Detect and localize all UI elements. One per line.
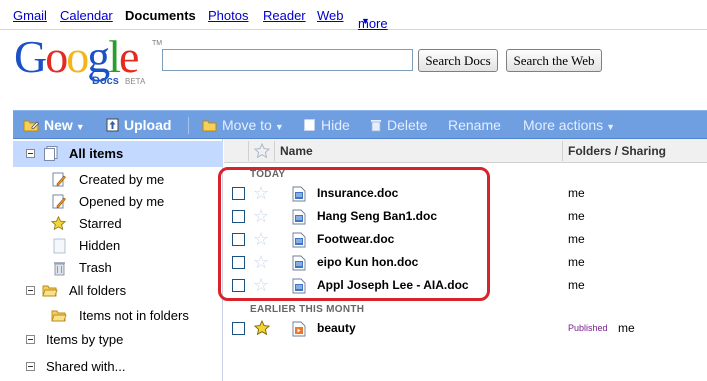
upload-label: Upload (124, 117, 172, 133)
sharing-owner: me (568, 278, 585, 292)
list-header: Name Folders / Sharing (224, 139, 707, 163)
sidebar-item-label: Starred (79, 216, 122, 231)
sidebar-item-label: All folders (69, 283, 127, 298)
move-to-label: Move to (222, 117, 272, 133)
collapse-icon (26, 149, 35, 158)
action-toolbar: New ▼ Upload Move to ▼ Hide Delete Rename … (13, 110, 707, 139)
hide-button[interactable]: Hide (303, 111, 350, 139)
sidebar-item-label: Trash (79, 260, 112, 275)
sharing-owner: me (568, 232, 585, 246)
folder-pencil-icon (23, 120, 39, 132)
published-badge: Published (568, 323, 608, 333)
nav-link-gmail[interactable]: Gmail (13, 8, 47, 23)
logo-product-name: Docs (92, 75, 119, 87)
chevron-down-icon: ▼ (75, 122, 85, 132)
sharing-owner: me (568, 209, 585, 223)
pages-icon (44, 146, 58, 161)
trash-icon (54, 262, 65, 276)
table-row[interactable]: beauty Published me (224, 317, 707, 340)
collapse-icon (26, 335, 35, 344)
column-header-name[interactable]: Name (280, 144, 313, 158)
google-docs-logo[interactable]: Google TM Docs BETA (14, 32, 163, 90)
logo-wordmark: Google (14, 31, 139, 82)
sharing-owner: me (568, 186, 585, 200)
hidden-document-icon (53, 238, 66, 254)
collapse-icon (26, 362, 35, 371)
trash-icon (371, 120, 381, 132)
column-header-folders-sharing[interactable]: Folders / Sharing (568, 144, 666, 158)
upload-button[interactable]: Upload (106, 111, 171, 139)
column-divider (562, 141, 563, 161)
search-web-button[interactable]: Search the Web (506, 49, 602, 72)
file-name-link[interactable]: beauty (317, 321, 356, 335)
rename-button[interactable]: Rename (448, 111, 501, 139)
highlight-annotation (218, 167, 490, 301)
column-divider (248, 141, 249, 161)
nav-current-documents: Documents (125, 8, 196, 23)
move-to-button[interactable]: Move to ▼ (202, 111, 284, 139)
sidebar: All items Created by me Opened by me Sta… (13, 139, 223, 381)
star-icon (51, 216, 66, 231)
logo-trademark: TM (152, 40, 163, 47)
sidebar-item-all-items[interactable]: All items (13, 141, 223, 167)
sidebar-item-label: Created by me (79, 172, 165, 187)
nav-link-reader[interactable]: Reader (263, 8, 306, 23)
new-button[interactable]: New ▼ (23, 111, 85, 139)
sharing-owner: me (618, 321, 635, 335)
document-pencil-icon (52, 172, 66, 187)
sharing-owner: me (568, 255, 585, 269)
sidebar-item-label: Items not in folders (79, 308, 189, 323)
sidebar-item-label: Hidden (79, 238, 121, 253)
nav-link-web[interactable]: Web (317, 8, 344, 23)
toolbar-divider (188, 117, 189, 134)
folder-open-icon (51, 310, 67, 322)
top-nav-bar: Gmail Calendar Documents Photos Reader W… (0, 0, 707, 31)
hide-label: Hide (321, 117, 350, 133)
section-heading-earlier: EARLIER THIS MONTH (250, 304, 365, 315)
folder-icon (202, 120, 217, 132)
upload-icon (106, 118, 119, 132)
delete-button[interactable]: Delete (370, 111, 427, 139)
nav-link-calendar[interactable]: Calendar (60, 8, 113, 23)
chevron-down-icon: ▼ (274, 122, 284, 132)
sidebar-item-label: All items (69, 146, 124, 161)
document-pencil-icon (52, 194, 66, 209)
sidebar-item-label: Opened by me (79, 194, 165, 209)
collapse-icon (26, 286, 35, 295)
star-column-icon[interactable] (254, 143, 270, 159)
row-checkbox[interactable] (232, 322, 245, 335)
presentation-icon (292, 321, 306, 337)
logo-beta-label: BETA (125, 77, 146, 86)
search-docs-button[interactable]: Search Docs (418, 49, 498, 72)
chevron-down-icon: ▼ (606, 122, 616, 132)
hide-icon (304, 119, 315, 132)
delete-label: Delete (387, 117, 428, 133)
sidebar-item-label: Shared with... (46, 359, 126, 374)
sidebar-item-label: Items by type (46, 332, 124, 347)
new-label: New (44, 117, 73, 133)
more-actions-label: More actions (523, 117, 604, 133)
chevron-down-icon: ▼ (361, 16, 370, 26)
search-input[interactable] (162, 49, 413, 71)
column-divider (274, 141, 275, 161)
starred-star-icon[interactable] (254, 320, 270, 336)
nav-link-photos[interactable]: Photos (208, 8, 248, 23)
folder-open-icon (42, 285, 58, 297)
more-actions-button[interactable]: More actions ▼ (523, 111, 615, 139)
